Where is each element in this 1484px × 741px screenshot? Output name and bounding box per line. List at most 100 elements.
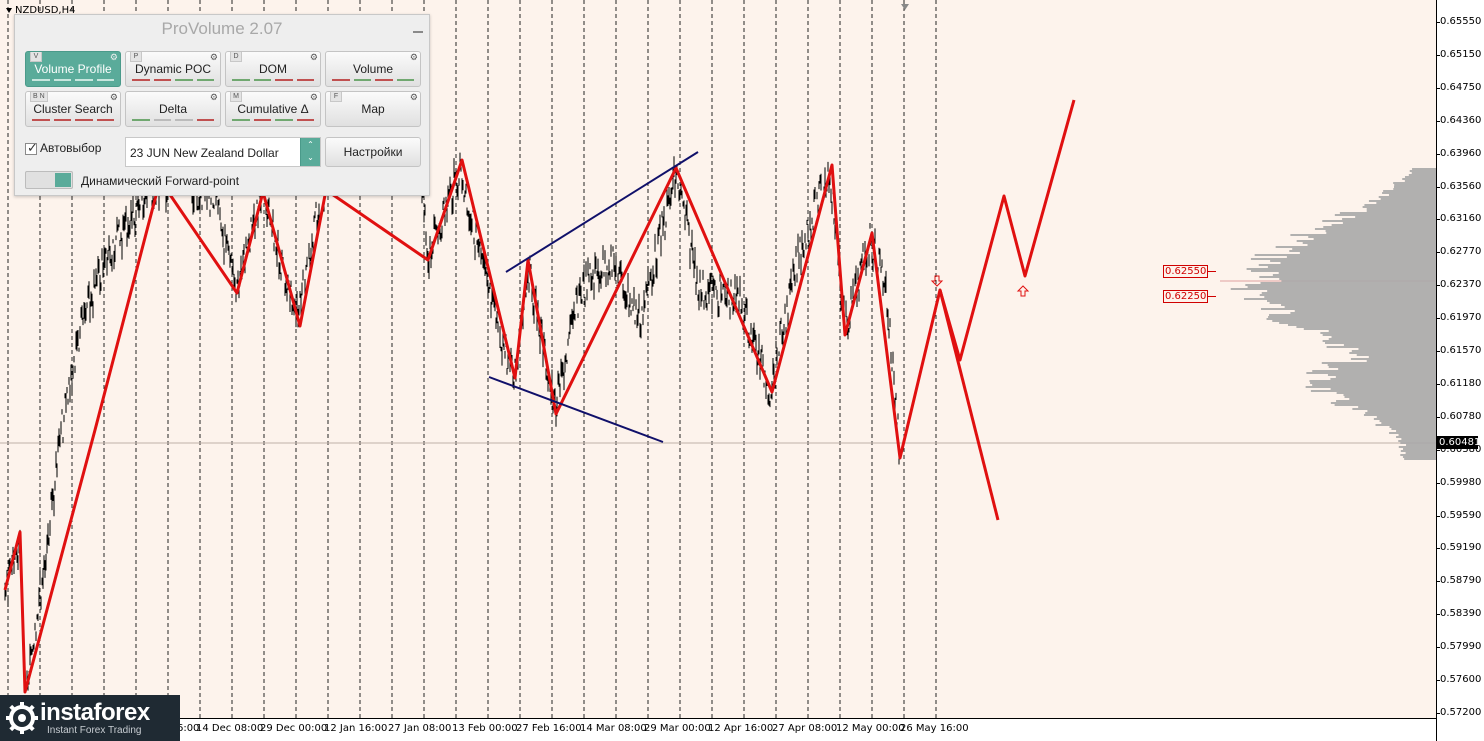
volume-profile-bar [1393, 182, 1436, 184]
gear-icon[interactable]: ⚙ [210, 92, 218, 102]
volume-profile-bar [1380, 198, 1436, 200]
gear-icon[interactable]: ⚙ [410, 92, 418, 102]
settings-button[interactable]: Настройки [325, 137, 421, 167]
instaforex-logo: instaforex Instant Forex Trading [0, 695, 180, 741]
spinner-icon[interactable]: ⌃ ⌄ [300, 138, 320, 166]
volume-profile-bar [1268, 316, 1436, 318]
volume-profile-bar [1408, 174, 1436, 176]
volume-profile-bar [1331, 224, 1436, 226]
volume-profile-bar [1355, 216, 1436, 218]
volume-profile-bar [1245, 284, 1436, 286]
volume-profile-bar [1376, 202, 1436, 204]
price-label: 0.57200 [1440, 706, 1482, 718]
volume-profile-bar [1394, 184, 1436, 186]
volume-profile-bar [1289, 250, 1436, 252]
volume-profile-bar [1378, 196, 1436, 198]
volume-profile-bar [1411, 172, 1436, 174]
logo-name: instaforex [40, 699, 150, 726]
volume-profile-bar [1343, 344, 1436, 346]
price-label: 0.65150 [1440, 48, 1482, 60]
volume-profile-bar [1394, 186, 1436, 188]
volume-profile-bar [1287, 324, 1436, 326]
gear-icon[interactable]: ⚙ [310, 92, 318, 102]
volume-profile-bar [1366, 210, 1436, 212]
chart-window: NZDUSD,H4 0.65550 0.65150 0.64750 0.64360 0.… [0, 0, 1484, 741]
time-label: 12 Apr 16:00 [708, 723, 774, 734]
volume-profile-bar [1275, 246, 1436, 248]
volume-profile-bar [1247, 286, 1436, 288]
volume-profile-bar [1296, 326, 1436, 328]
volume-profile-bar [1306, 372, 1436, 374]
volume-profile-bar [1323, 226, 1436, 228]
volume-profile-bar [1286, 256, 1436, 258]
volume-profile-bar [1280, 262, 1436, 264]
gear-icon[interactable]: ⚙ [110, 92, 118, 102]
channel-upper-line [505, 151, 699, 273]
volume-profile-bar [1382, 192, 1436, 194]
volume-profile-bar [1373, 418, 1436, 420]
gear-icon[interactable]: ⚙ [410, 52, 418, 62]
volume-profile-bar [1307, 244, 1436, 246]
volume-profile-bar [1334, 404, 1436, 406]
price-label: 0.63560 [1440, 180, 1482, 192]
volume-profile-bar [1342, 222, 1436, 224]
volume-profile-bar [1381, 422, 1436, 424]
hotkey-badge: B N [30, 92, 48, 102]
volume-profile-bar [1259, 276, 1436, 278]
instrument-select[interactable]: 23 JUN New Zealand Dollar ⌃ ⌄ [125, 137, 321, 167]
module-button-dom[interactable]: D ⚙ DOM [225, 51, 321, 87]
volume-profile-bar [1349, 398, 1436, 400]
time-label: 27 Jan 08:00 [388, 723, 452, 734]
volume-profile-bar [1279, 322, 1436, 324]
volume-profile-bar [1303, 328, 1436, 330]
chart-shift-marker-icon [901, 4, 909, 10]
module-button-volume-profile[interactable]: V ⚙ Volume Profile [25, 51, 121, 87]
price-label: 0.57600 [1440, 674, 1482, 685]
volume-profile-bar [1365, 412, 1436, 414]
volume-profile-bar [1260, 282, 1436, 284]
volume-profile-bar [1281, 280, 1436, 282]
price-axis[interactable] [1436, 0, 1484, 741]
module-button-map[interactable]: F ⚙ Map [325, 91, 421, 127]
volume-profile-bar [1363, 414, 1436, 416]
volume-profile-bar [1401, 438, 1436, 440]
module-button-dynamic-poc[interactable]: P ⚙ Dynamic POC [125, 51, 221, 87]
volume-profile-bar [1305, 386, 1436, 388]
volume-profile-bar [1330, 388, 1436, 390]
price-label: 0.61970 [1440, 312, 1482, 324]
time-label: 13 Feb 00:00 [452, 723, 518, 734]
module-indicator [132, 118, 214, 122]
module-indicator [232, 118, 314, 122]
price-label: 0.61180 [1440, 377, 1482, 389]
module-label: Volume Profile [34, 62, 112, 76]
module-label: Cluster Search [33, 102, 113, 116]
level-upper-label[interactable]: 0.62550 [1163, 265, 1209, 278]
module-button-cluster-search[interactable]: B N ⚙ Cluster Search [25, 91, 121, 127]
volume-profile-bar [1267, 266, 1436, 268]
volume-profile-bar [1364, 204, 1436, 206]
volume-profile-bar [1352, 408, 1436, 410]
volume-profile-bar [1260, 308, 1436, 310]
minimize-icon[interactable] [413, 23, 423, 33]
volume-profile-bar [1409, 170, 1436, 172]
provolume-panel[interactable]: ProVolume 2.07 V ⚙ Volume Profile P ⚙ Dynamic… [14, 14, 430, 196]
volume-profile-bar [1299, 252, 1436, 254]
gear-icon[interactable]: ⚙ [110, 52, 118, 62]
checkbox-icon[interactable] [25, 140, 38, 156]
module-button-cumulative[interactable]: M ⚙ Cumulative Δ [225, 91, 321, 127]
module-button-delta[interactable]: ⚙ Delta [125, 91, 221, 127]
gear-icon[interactable]: ⚙ [310, 52, 318, 62]
volume-profile-bar [1342, 218, 1436, 220]
autoselect-checkbox[interactable]: Автовыбор [25, 140, 101, 156]
volume-profile-bar [1272, 320, 1436, 322]
time-label: 14 Dec 08:00 [196, 723, 264, 734]
volume-profile-bar [1336, 400, 1436, 402]
volume-profile-bar [1368, 200, 1436, 202]
forward-point-toggle[interactable] [25, 171, 73, 189]
gear-icon[interactable]: ⚙ [210, 52, 218, 62]
volume-profile-bar [1412, 168, 1436, 170]
level-lower-label[interactable]: 0.62250 [1163, 290, 1209, 303]
volume-profile-bar [1259, 294, 1436, 296]
volume-profile-bar [1358, 406, 1436, 408]
module-button-volume[interactable]: ⚙ Volume [325, 51, 421, 87]
